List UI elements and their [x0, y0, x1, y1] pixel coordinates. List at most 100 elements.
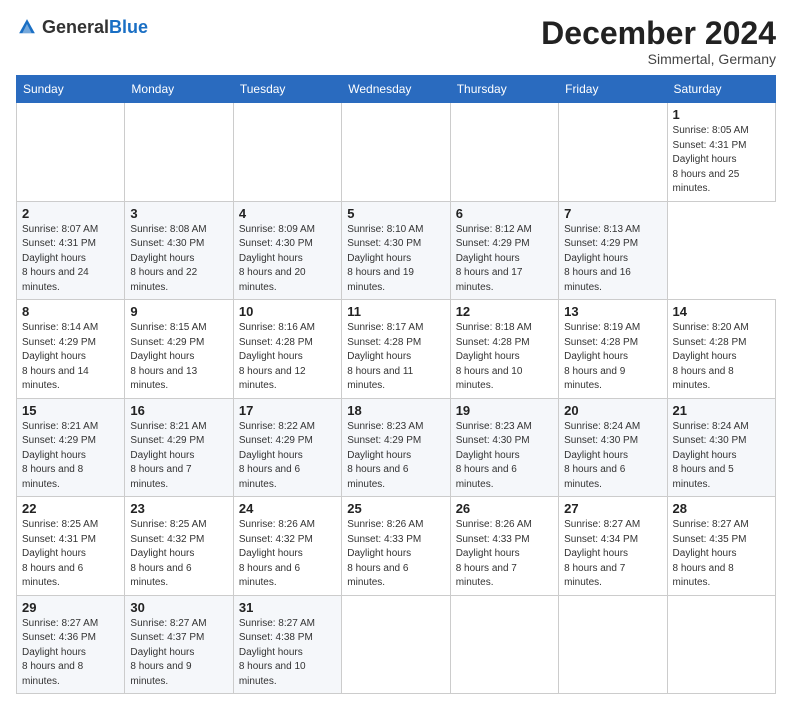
day-number: 21: [673, 403, 770, 418]
day-info: Sunrise: 8:13 AM Sunset: 4:29 PM Dayligh…: [564, 223, 661, 296]
day-info: Sunrise: 8:19 AM Sunset: 4:28 PM Dayligh…: [564, 321, 661, 394]
day-info: Sunrise: 8:16 AM Sunset: 4:28 PM Dayligh…: [239, 321, 336, 394]
title-block: December 2024 Simmertal, Germany: [541, 16, 776, 67]
month-title: December 2024: [541, 16, 776, 51]
calendar-cell: 4 Sunrise: 8:09 AM Sunset: 4:30 PM Dayli…: [233, 201, 341, 300]
calendar-day-header: Wednesday: [342, 76, 450, 103]
calendar-cell: [450, 595, 558, 694]
day-info: Sunrise: 8:07 AM Sunset: 4:31 PM Dayligh…: [22, 223, 119, 296]
day-number: 10: [239, 304, 336, 319]
calendar-cell: 30 Sunrise: 8:27 AM Sunset: 4:37 PM Dayl…: [125, 595, 233, 694]
day-number: 4: [239, 206, 336, 221]
day-info: Sunrise: 8:27 AM Sunset: 4:34 PM Dayligh…: [564, 518, 661, 591]
calendar-cell: [342, 103, 450, 202]
logo-icon: [16, 16, 38, 38]
logo-general: General: [42, 17, 109, 37]
day-info: Sunrise: 8:23 AM Sunset: 4:29 PM Dayligh…: [347, 420, 444, 493]
page-header: GeneralBlue December 2024 Simmertal, Ger…: [16, 16, 776, 67]
day-info: Sunrise: 8:10 AM Sunset: 4:30 PM Dayligh…: [347, 223, 444, 296]
day-info: Sunrise: 8:25 AM Sunset: 4:32 PM Dayligh…: [130, 518, 227, 591]
calendar-cell: 15 Sunrise: 8:21 AM Sunset: 4:29 PM Dayl…: [17, 398, 125, 497]
day-number: 11: [347, 304, 444, 319]
calendar-cell: 23 Sunrise: 8:25 AM Sunset: 4:32 PM Dayl…: [125, 497, 233, 596]
logo-blue: Blue: [109, 17, 148, 37]
calendar-week-row: 22 Sunrise: 8:25 AM Sunset: 4:31 PM Dayl…: [17, 497, 776, 596]
calendar-cell: 24 Sunrise: 8:26 AM Sunset: 4:32 PM Dayl…: [233, 497, 341, 596]
day-info: Sunrise: 8:27 AM Sunset: 4:35 PM Dayligh…: [673, 518, 770, 591]
calendar-day-header: Saturday: [667, 76, 775, 103]
day-info: Sunrise: 8:25 AM Sunset: 4:31 PM Dayligh…: [22, 518, 119, 591]
day-info: Sunrise: 8:14 AM Sunset: 4:29 PM Dayligh…: [22, 321, 119, 394]
calendar-cell: 2 Sunrise: 8:07 AM Sunset: 4:31 PM Dayli…: [17, 201, 125, 300]
calendar-day-header: Monday: [125, 76, 233, 103]
calendar-week-row: 29 Sunrise: 8:27 AM Sunset: 4:36 PM Dayl…: [17, 595, 776, 694]
day-info: Sunrise: 8:27 AM Sunset: 4:37 PM Dayligh…: [130, 617, 227, 690]
calendar-cell: [559, 103, 667, 202]
logo: GeneralBlue: [16, 16, 148, 38]
calendar-cell: [233, 103, 341, 202]
location-title: Simmertal, Germany: [541, 51, 776, 67]
day-info: Sunrise: 8:05 AM Sunset: 4:31 PM Dayligh…: [673, 124, 770, 197]
day-number: 5: [347, 206, 444, 221]
calendar-cell: 12 Sunrise: 8:18 AM Sunset: 4:28 PM Dayl…: [450, 300, 558, 399]
day-number: 27: [564, 501, 661, 516]
calendar-day-header: Thursday: [450, 76, 558, 103]
day-info: Sunrise: 8:08 AM Sunset: 4:30 PM Dayligh…: [130, 223, 227, 296]
day-info: Sunrise: 8:27 AM Sunset: 4:36 PM Dayligh…: [22, 617, 119, 690]
day-info: Sunrise: 8:24 AM Sunset: 4:30 PM Dayligh…: [564, 420, 661, 493]
day-info: Sunrise: 8:26 AM Sunset: 4:33 PM Dayligh…: [347, 518, 444, 591]
day-number: 14: [673, 304, 770, 319]
day-info: Sunrise: 8:23 AM Sunset: 4:30 PM Dayligh…: [456, 420, 553, 493]
day-number: 30: [130, 600, 227, 615]
calendar-cell: 16 Sunrise: 8:21 AM Sunset: 4:29 PM Dayl…: [125, 398, 233, 497]
calendar-header-row: SundayMondayTuesdayWednesdayThursdayFrid…: [17, 76, 776, 103]
day-number: 7: [564, 206, 661, 221]
day-number: 16: [130, 403, 227, 418]
day-info: Sunrise: 8:12 AM Sunset: 4:29 PM Dayligh…: [456, 223, 553, 296]
day-info: Sunrise: 8:21 AM Sunset: 4:29 PM Dayligh…: [130, 420, 227, 493]
calendar-week-row: 2 Sunrise: 8:07 AM Sunset: 4:31 PM Dayli…: [17, 201, 776, 300]
day-number: 23: [130, 501, 227, 516]
calendar-cell: 17 Sunrise: 8:22 AM Sunset: 4:29 PM Dayl…: [233, 398, 341, 497]
calendar-cell: 10 Sunrise: 8:16 AM Sunset: 4:28 PM Dayl…: [233, 300, 341, 399]
calendar-cell: 27 Sunrise: 8:27 AM Sunset: 4:34 PM Dayl…: [559, 497, 667, 596]
day-number: 3: [130, 206, 227, 221]
day-number: 6: [456, 206, 553, 221]
calendar-cell: 22 Sunrise: 8:25 AM Sunset: 4:31 PM Dayl…: [17, 497, 125, 596]
calendar-cell: 29 Sunrise: 8:27 AM Sunset: 4:36 PM Dayl…: [17, 595, 125, 694]
calendar-cell: 1 Sunrise: 8:05 AM Sunset: 4:31 PM Dayli…: [667, 103, 775, 202]
calendar-cell: 18 Sunrise: 8:23 AM Sunset: 4:29 PM Dayl…: [342, 398, 450, 497]
calendar-cell: [559, 595, 667, 694]
calendar-cell: 14 Sunrise: 8:20 AM Sunset: 4:28 PM Dayl…: [667, 300, 775, 399]
day-number: 15: [22, 403, 119, 418]
day-info: Sunrise: 8:27 AM Sunset: 4:38 PM Dayligh…: [239, 617, 336, 690]
day-info: Sunrise: 8:20 AM Sunset: 4:28 PM Dayligh…: [673, 321, 770, 394]
calendar-cell: 6 Sunrise: 8:12 AM Sunset: 4:29 PM Dayli…: [450, 201, 558, 300]
day-number: 25: [347, 501, 444, 516]
calendar-cell: 13 Sunrise: 8:19 AM Sunset: 4:28 PM Dayl…: [559, 300, 667, 399]
calendar-week-row: 1 Sunrise: 8:05 AM Sunset: 4:31 PM Dayli…: [17, 103, 776, 202]
day-number: 19: [456, 403, 553, 418]
calendar-cell: 31 Sunrise: 8:27 AM Sunset: 4:38 PM Dayl…: [233, 595, 341, 694]
day-info: Sunrise: 8:17 AM Sunset: 4:28 PM Dayligh…: [347, 321, 444, 394]
day-info: Sunrise: 8:09 AM Sunset: 4:30 PM Dayligh…: [239, 223, 336, 296]
calendar-day-header: Tuesday: [233, 76, 341, 103]
day-number: 2: [22, 206, 119, 221]
day-info: Sunrise: 8:26 AM Sunset: 4:33 PM Dayligh…: [456, 518, 553, 591]
day-info: Sunrise: 8:22 AM Sunset: 4:29 PM Dayligh…: [239, 420, 336, 493]
day-info: Sunrise: 8:18 AM Sunset: 4:28 PM Dayligh…: [456, 321, 553, 394]
calendar-cell: 7 Sunrise: 8:13 AM Sunset: 4:29 PM Dayli…: [559, 201, 667, 300]
calendar-cell: 20 Sunrise: 8:24 AM Sunset: 4:30 PM Dayl…: [559, 398, 667, 497]
day-number: 20: [564, 403, 661, 418]
day-number: 13: [564, 304, 661, 319]
day-number: 18: [347, 403, 444, 418]
day-number: 29: [22, 600, 119, 615]
day-number: 9: [130, 304, 227, 319]
calendar-day-header: Sunday: [17, 76, 125, 103]
calendar-table: SundayMondayTuesdayWednesdayThursdayFrid…: [16, 75, 776, 694]
calendar-week-row: 15 Sunrise: 8:21 AM Sunset: 4:29 PM Dayl…: [17, 398, 776, 497]
calendar-cell: [125, 103, 233, 202]
calendar-body: 1 Sunrise: 8:05 AM Sunset: 4:31 PM Dayli…: [17, 103, 776, 694]
day-number: 24: [239, 501, 336, 516]
day-number: 26: [456, 501, 553, 516]
